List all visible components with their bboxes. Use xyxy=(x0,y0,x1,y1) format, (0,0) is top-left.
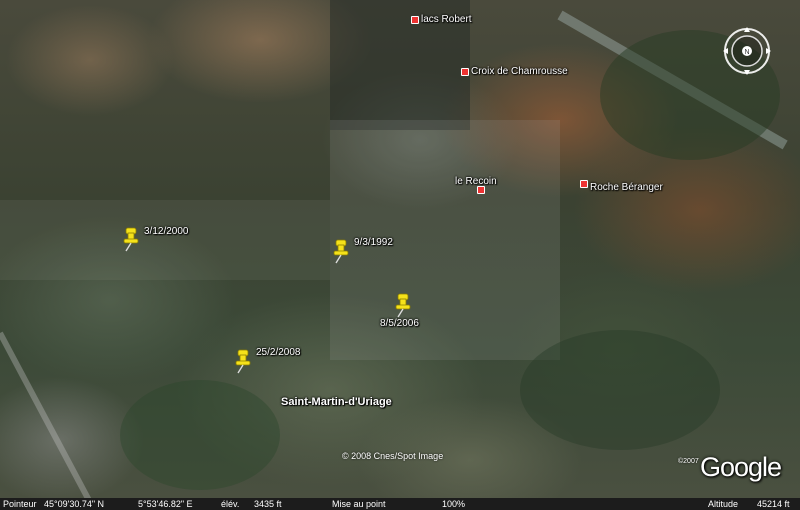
logo-year: ©2007 xyxy=(678,458,699,465)
forest-area xyxy=(120,380,280,490)
compass-icon[interactable]: N xyxy=(722,26,772,76)
place-label-lacs-robert[interactable]: lacs Robert xyxy=(421,14,472,25)
pin-label[interactable]: 25/2/2008 xyxy=(256,347,301,358)
place-marker-icon[interactable] xyxy=(461,68,469,76)
place-marker-icon[interactable] xyxy=(477,186,485,194)
road xyxy=(0,331,92,498)
pushpin-icon[interactable] xyxy=(120,226,142,252)
pushpin-icon[interactable] xyxy=(392,292,414,318)
forest-area xyxy=(520,330,720,450)
satellite-map[interactable]: lacs Robert Croix de Chamrousse le Recoi… xyxy=(0,0,800,498)
altitude-value: 45214 ft xyxy=(757,499,790,509)
focus-value: 100% xyxy=(442,499,466,509)
pointer-longitude: 5°53'46.82" E xyxy=(138,499,193,509)
elevation-value: 3435 ft xyxy=(254,499,282,509)
focus-label: Mise au point xyxy=(332,499,386,509)
place-label-croix-de-chamrousse[interactable]: Croix de Chamrousse xyxy=(471,66,568,77)
altitude-label: Altitude xyxy=(708,499,739,509)
google-logo: Google xyxy=(700,452,782,482)
pushpin-icon[interactable] xyxy=(232,348,254,374)
town-label[interactable]: Saint-Martin-d'Uriage xyxy=(281,396,392,408)
svg-text:N: N xyxy=(744,49,749,56)
place-marker-icon[interactable] xyxy=(580,180,588,188)
pin-label[interactable]: 8/5/2006 xyxy=(380,318,419,329)
place-label-roche-beranger[interactable]: Roche Béranger xyxy=(590,182,663,193)
pin-label[interactable]: 3/12/2000 xyxy=(144,226,189,237)
pointer-latitude: 45°09'30.74" N xyxy=(44,499,105,509)
status-bar: Pointeur 45°09'30.74" N 5°53'46.82" E él… xyxy=(0,498,800,510)
elevation-label: élév. xyxy=(221,499,240,509)
place-label-le-recoin[interactable]: le Recoin xyxy=(455,176,497,187)
imagery-copyright: © 2008 Cnes/Spot Image xyxy=(342,451,444,461)
pin-label[interactable]: 9/3/1992 xyxy=(354,237,393,248)
place-marker-icon[interactable] xyxy=(411,16,419,24)
imagery-tile xyxy=(0,200,330,280)
pushpin-icon[interactable] xyxy=(330,238,352,264)
pointer-label: Pointeur xyxy=(3,499,37,509)
